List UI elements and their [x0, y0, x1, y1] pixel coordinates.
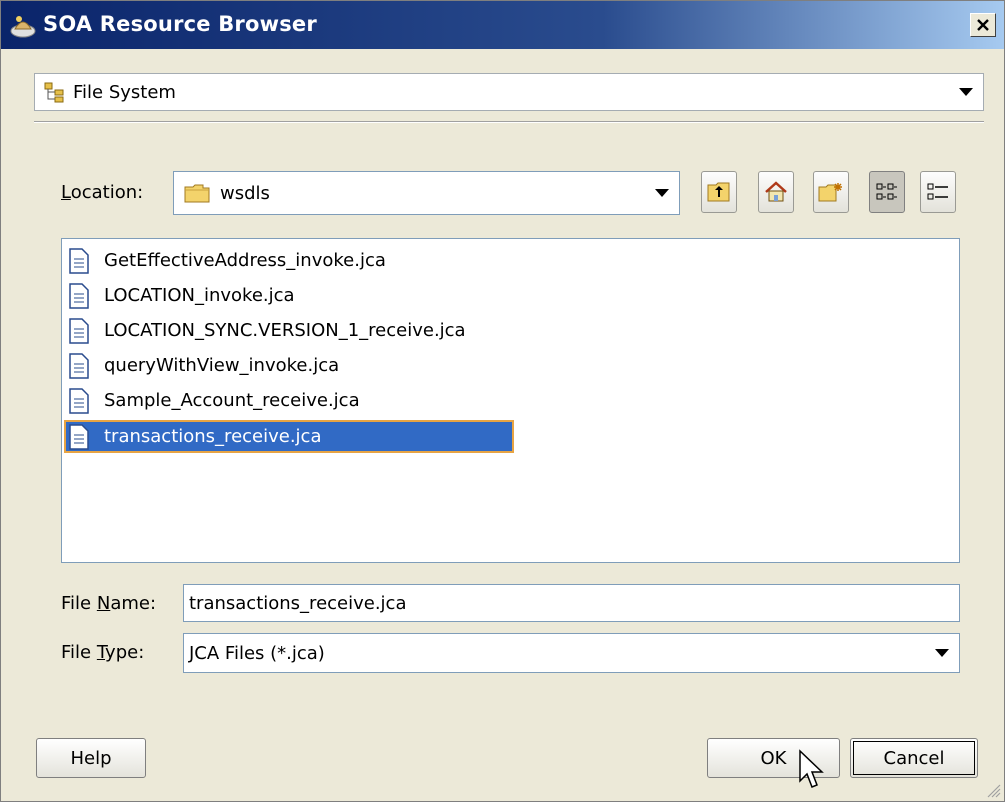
file-name-field[interactable]: transactions_receive.jca — [183, 584, 960, 622]
details-view-button[interactable] — [920, 171, 956, 213]
details-view-icon — [927, 183, 948, 200]
close-icon — [977, 19, 989, 31]
new-folder-icon — [818, 183, 842, 202]
separator — [34, 121, 984, 123]
file-name: LOCATION_SYNC.VERSION_1_receive.jca — [104, 320, 466, 341]
folder-icon — [184, 184, 210, 203]
title-bar[interactable]: SOA Resource Browser — [1, 1, 1004, 49]
file-type-select[interactable]: JCA Files (*.jca) — [183, 633, 960, 673]
document-icon — [69, 247, 89, 274]
file-type-value: JCA Files (*.jca) — [189, 642, 325, 664]
list-item[interactable]: Sample_Account_receive.jca — [64, 384, 366, 417]
file-name: Sample_Account_receive.jca — [104, 390, 360, 411]
document-icon — [69, 423, 89, 450]
list-item[interactable]: LOCATION_SYNC.VERSION_1_receive.jca — [64, 314, 472, 347]
file-name: LOCATION_invoke.jca — [104, 285, 295, 306]
home-button[interactable] — [758, 171, 794, 213]
list-item[interactable]: GetEffectiveAddress_invoke.jca — [64, 244, 392, 277]
cancel-button[interactable]: Cancel — [850, 738, 978, 778]
document-icon — [69, 387, 89, 414]
mouse-cursor-icon — [799, 749, 824, 788]
resize-grip-icon[interactable] — [985, 782, 1001, 798]
document-icon — [69, 282, 89, 309]
up-folder-icon — [707, 182, 730, 202]
file-name: queryWithView_invoke.jca — [104, 355, 340, 376]
file-name: transactions_receive.jca — [104, 426, 322, 447]
location-select[interactable]: wsdls — [173, 171, 680, 215]
up-one-level-button[interactable] — [701, 171, 737, 213]
window-title: SOA Resource Browser — [43, 12, 317, 36]
soa-app-icon — [10, 16, 36, 38]
list-item-selected[interactable]: transactions_receive.jca — [64, 420, 514, 453]
list-view-icon — [876, 183, 897, 200]
close-button[interactable] — [970, 13, 996, 37]
chevron-down-icon[interactable] — [655, 189, 669, 197]
home-icon — [765, 181, 787, 202]
list-item[interactable]: LOCATION_invoke.jca — [64, 279, 301, 312]
chevron-down-icon[interactable] — [959, 88, 973, 96]
document-icon — [69, 317, 89, 344]
file-name: GetEffectiveAddress_invoke.jca — [104, 250, 386, 271]
soa-resource-browser-dialog: SOA Resource Browser File System Locatio… — [0, 0, 1005, 802]
file-system-icon — [44, 82, 64, 103]
file-type-label: File Type: — [61, 642, 145, 663]
list-view-button[interactable] — [869, 171, 905, 213]
source-label: File System — [73, 81, 176, 103]
resource-source-select[interactable]: File System — [34, 73, 984, 111]
help-button[interactable]: Help — [36, 738, 146, 778]
location-label: Location: — [61, 182, 144, 203]
document-icon — [69, 352, 89, 379]
new-folder-button[interactable] — [813, 171, 849, 213]
location-value: wsdls — [220, 182, 270, 204]
file-name-label: File Name: — [61, 593, 157, 614]
list-item[interactable]: queryWithView_invoke.jca — [64, 349, 345, 382]
file-list[interactable]: GetEffectiveAddress_invoke.jca LOCATION_… — [61, 238, 960, 563]
chevron-down-icon[interactable] — [935, 649, 949, 657]
